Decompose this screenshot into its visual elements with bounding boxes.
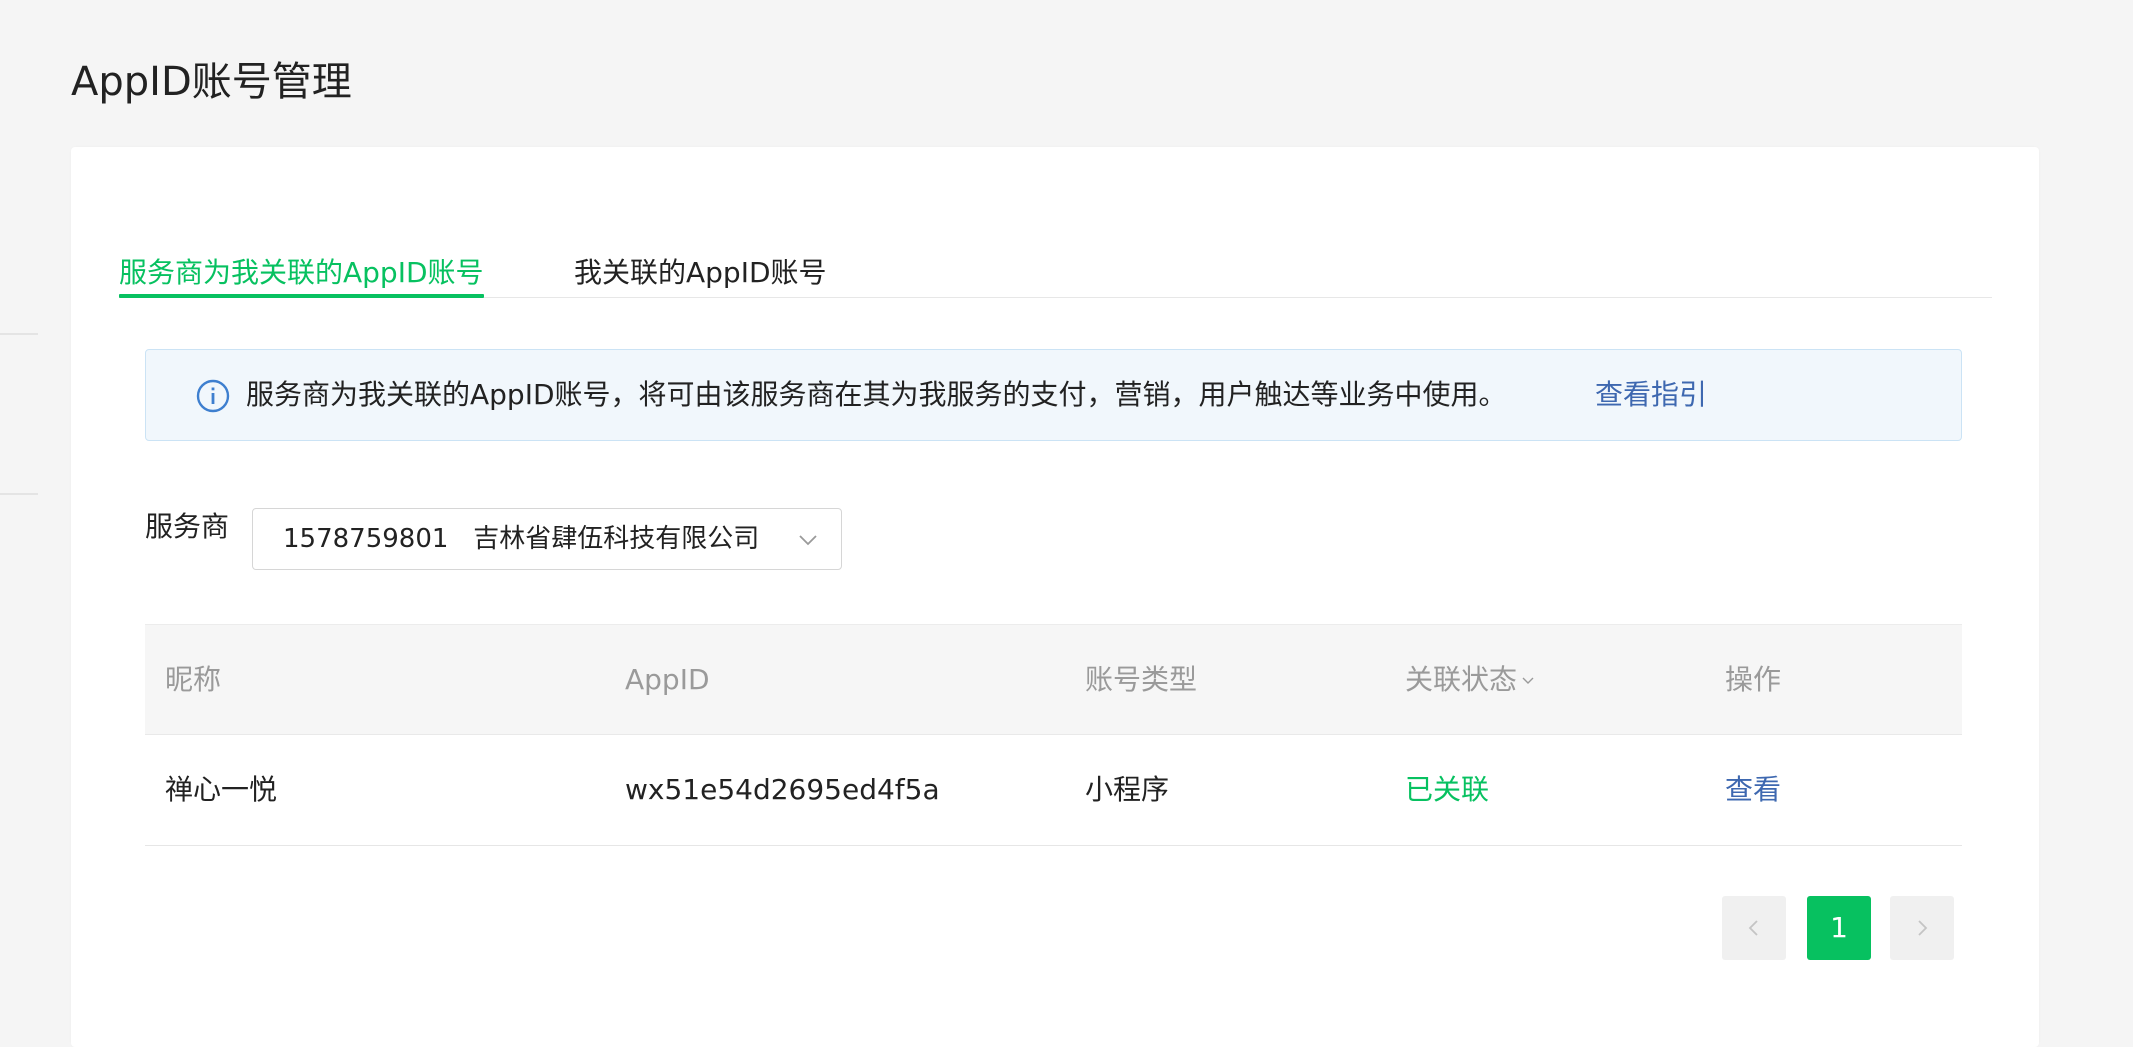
header-link-status-label: 关联状态 <box>1405 663 1518 696</box>
chevron-down-icon <box>799 535 817 546</box>
header-account-type: 账号类型 <box>1085 663 1198 696</box>
row-link-status: 已关联 <box>1405 773 1490 806</box>
info-notice: 服务商为我关联的AppID账号，将可由该服务商在其为我服务的支付，营销，用户触达… <box>145 349 1962 441</box>
prev-page-button[interactable] <box>1722 896 1786 960</box>
row-appid: wx51e54d2695ed4f5a <box>625 773 940 806</box>
tab-bar: 服务商为我关联的AppID账号 我关联的AppID账号 <box>119 227 1992 298</box>
next-page-button[interactable] <box>1890 896 1954 960</box>
sort-chevron-icon <box>1522 677 1534 684</box>
chevron-left-icon <box>1748 920 1758 936</box>
view-button[interactable]: 查看 <box>1725 735 1781 845</box>
table-header: 昵称 AppID 账号类型 关联状态 操作 <box>145 624 1962 735</box>
service-provider-selected-value: 1578759801 吉林省肆伍科技有限公司 <box>283 524 760 554</box>
header-nickname: 昵称 <box>165 663 222 696</box>
main-card: 服务商为我关联的AppID账号 我关联的AppID账号 服务商为我关联的AppI… <box>71 147 2039 1047</box>
chevron-right-icon <box>1918 920 1928 936</box>
view-guide-link[interactable]: 查看指引 <box>1595 350 1707 440</box>
table-row: 禅心一悦 wx51e54d2695ed4f5a 小程序 已关联 查看 <box>145 735 1962 846</box>
row-account-type: 小程序 <box>1085 773 1170 806</box>
notice-text: 服务商为我关联的AppID账号，将可由该服务商在其为我服务的支付，营销，用户触达… <box>246 378 1507 411</box>
tab-my-linked[interactable]: 我关联的AppID账号 <box>574 227 827 297</box>
page-button-current[interactable]: 1 <box>1807 896 1871 960</box>
header-link-status[interactable]: 关联状态 <box>1405 625 1535 735</box>
row-nickname: 禅心一悦 <box>165 773 278 806</box>
page-title: AppID账号管理 <box>71 59 352 105</box>
header-appid: AppID <box>625 663 710 696</box>
side-divider-bottom <box>0 493 38 495</box>
tab-service-provider-linked[interactable]: 服务商为我关联的AppID账号 <box>119 227 484 298</box>
service-provider-label: 服务商 <box>145 510 230 543</box>
header-actions: 操作 <box>1725 663 1782 696</box>
side-divider-top <box>0 333 38 335</box>
appid-table: 昵称 AppID 账号类型 关联状态 操作 禅心一悦 wx51e54d2695e… <box>145 624 1962 846</box>
info-icon <box>196 379 230 413</box>
service-provider-select[interactable]: 1578759801 吉林省肆伍科技有限公司 <box>252 508 842 570</box>
